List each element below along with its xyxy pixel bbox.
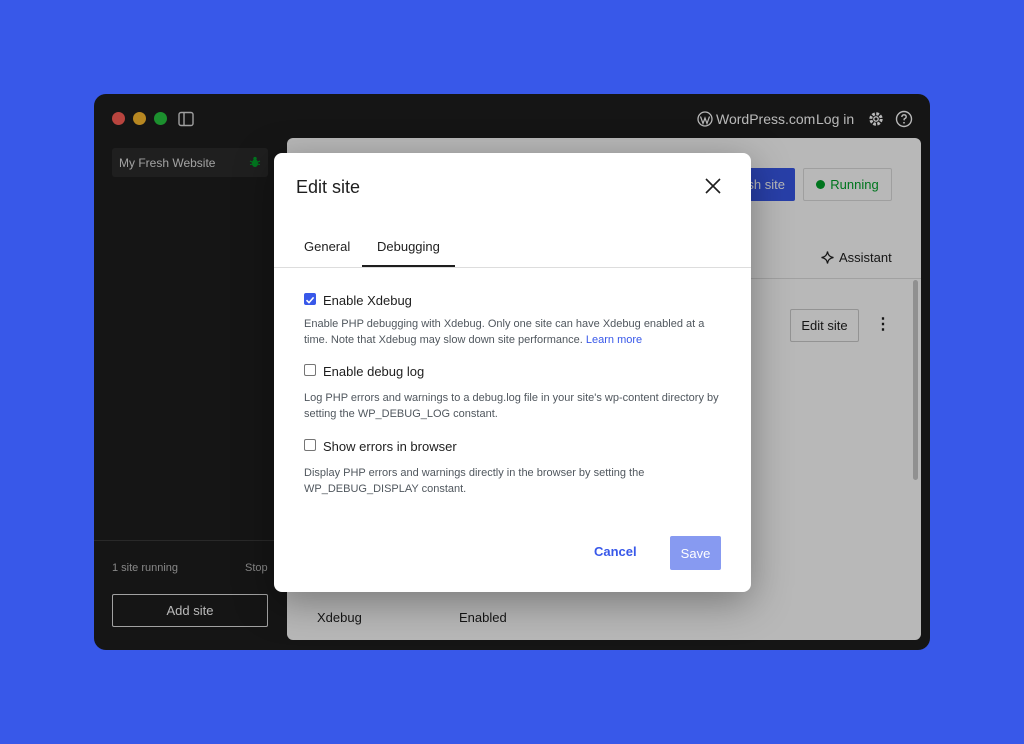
enable-xdebug-checkbox[interactable] bbox=[304, 293, 316, 305]
edit-site-modal: Edit site General Debugging Enable Xdebu… bbox=[274, 153, 751, 592]
enable-debug-log-help: Log PHP errors and warnings to a debug.l… bbox=[304, 392, 719, 420]
show-errors-help: Display PHP errors and warnings directly… bbox=[304, 467, 645, 495]
enable-xdebug-label[interactable]: Enable Xdebug bbox=[323, 293, 412, 308]
learn-more-link[interactable]: Learn more bbox=[586, 334, 642, 346]
tab-general[interactable]: General bbox=[304, 239, 350, 254]
enable-xdebug-help-text: Enable PHP debugging with Xdebug. Only o… bbox=[304, 318, 705, 346]
modal-title: Edit site bbox=[296, 177, 361, 197]
save-button[interactable]: Save bbox=[670, 536, 721, 570]
tabs-divider bbox=[274, 267, 751, 268]
enable-debug-log-checkbox[interactable] bbox=[304, 364, 316, 376]
tab-debugging[interactable]: Debugging bbox=[377, 239, 440, 254]
check-icon bbox=[305, 296, 315, 304]
cancel-button[interactable]: Cancel bbox=[594, 544, 637, 559]
show-errors-label[interactable]: Show errors in browser bbox=[323, 439, 457, 454]
enable-xdebug-help: Enable PHP debugging with Xdebug. Only o… bbox=[304, 317, 729, 348]
enable-debug-log-label[interactable]: Enable debug log bbox=[323, 364, 424, 379]
close-icon[interactable] bbox=[704, 177, 722, 195]
show-errors-checkbox[interactable] bbox=[304, 439, 316, 451]
